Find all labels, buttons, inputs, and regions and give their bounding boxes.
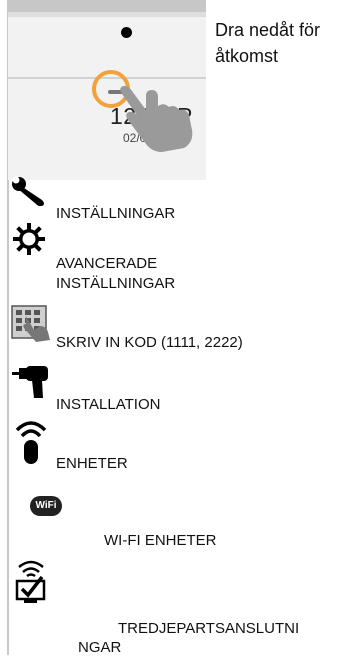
- pull-down-hint: Dra nedåt för åtkomst: [215, 17, 355, 69]
- menu-item-settings[interactable]: INSTÄLLNINGAR: [56, 205, 175, 222]
- gear-icon: [13, 223, 45, 255]
- panel-top-bar: [8, 0, 206, 12]
- hint-line-2: åtkomst: [215, 46, 279, 66]
- menu-item-advanced-settings-line2[interactable]: INSTÄLLNINGAR: [56, 275, 175, 292]
- wrench-icon: [12, 176, 44, 206]
- menu-item-third-party-line2[interactable]: NGAR: [78, 639, 121, 656]
- menu-item-installation[interactable]: INSTALLATION: [56, 396, 160, 413]
- menu-item-enter-code[interactable]: SKRIV IN KOD (1111, 2222): [56, 334, 243, 351]
- pointing-hand-icon: [120, 85, 193, 152]
- menu-item-third-party-line1[interactable]: TREDJEPARTSANSLUTNI: [118, 620, 299, 637]
- camera-dot-icon: [121, 27, 132, 38]
- wifi-badge-icon: WiFi: [30, 496, 62, 516]
- wireless-checkbox-icon: [15, 560, 46, 603]
- menu-item-advanced-settings-line1[interactable]: AVANCERADE: [56, 255, 157, 272]
- wireless-sensor-icon: [15, 421, 47, 464]
- hint-line-1: Dra nedåt för: [215, 20, 321, 40]
- menu-item-devices[interactable]: ENHETER: [56, 455, 128, 472]
- drill-icon: [12, 366, 48, 398]
- menu-item-wifi-devices[interactable]: WI-FI ENHETER: [104, 532, 217, 549]
- keypad-hand-icon: [11, 305, 50, 342]
- pull-down-panel-illustration: 12:55 P 02/01/18: [8, 0, 206, 180]
- panel-top-shadow: [8, 12, 206, 17]
